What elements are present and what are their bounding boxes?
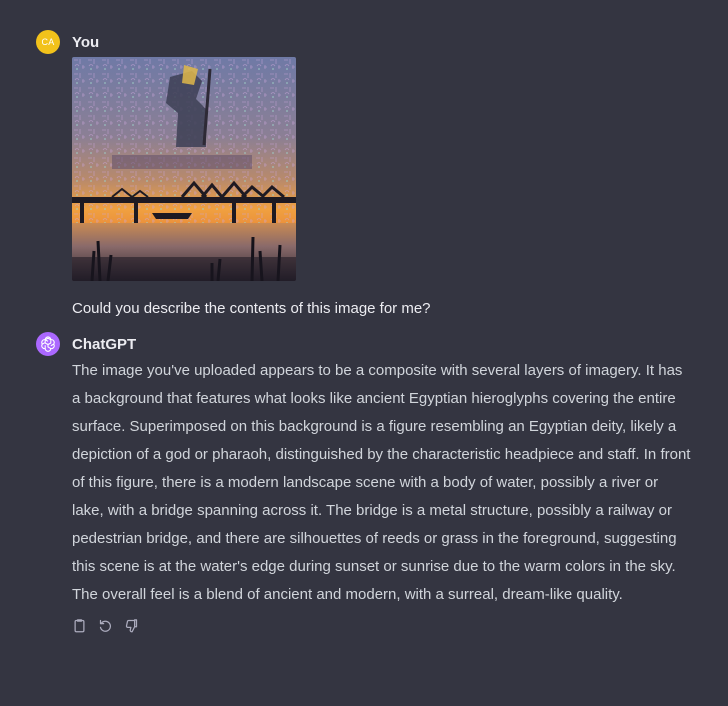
user-message-body: Could you describe the contents of this … bbox=[72, 57, 698, 321]
assistant-author-name: ChatGPT bbox=[72, 335, 137, 353]
assistant-message: ChatGPT The image you've uploaded appear… bbox=[36, 332, 698, 634]
user-message-text: Could you describe the contents of this … bbox=[72, 300, 431, 317]
user-message: CA You Could you describe the contents o… bbox=[36, 30, 698, 321]
assistant-message-text: The image you've uploaded appears to be … bbox=[72, 362, 691, 603]
assistant-message-body: The image you've uploaded appears to be … bbox=[72, 357, 698, 634]
user-avatar-initials: CA bbox=[41, 37, 55, 47]
user-avatar: CA bbox=[36, 30, 60, 54]
assistant-message-header: ChatGPT bbox=[36, 332, 698, 356]
user-message-header: CA You bbox=[36, 30, 698, 54]
copy-icon[interactable] bbox=[71, 617, 88, 634]
uploaded-image[interactable] bbox=[72, 57, 296, 281]
user-author-name: You bbox=[72, 33, 100, 51]
chatgpt-logo-icon bbox=[36, 332, 60, 356]
message-actions bbox=[71, 617, 698, 634]
thumbs-down-icon[interactable] bbox=[123, 617, 140, 634]
regenerate-icon[interactable] bbox=[97, 617, 114, 634]
uploaded-image-picture bbox=[72, 57, 296, 281]
